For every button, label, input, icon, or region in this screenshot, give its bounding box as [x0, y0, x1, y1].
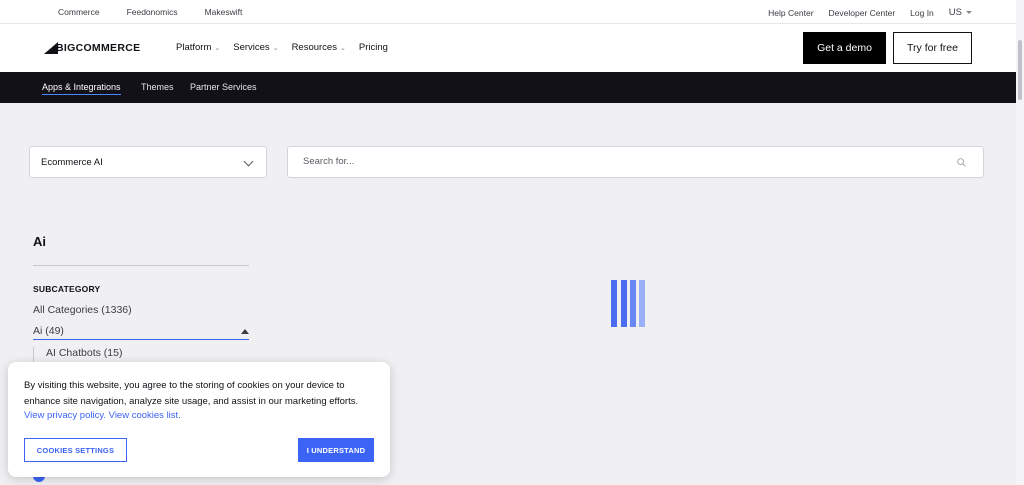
menu-label: Pricing	[358, 42, 388, 53]
loader-bar	[611, 280, 617, 327]
dropdown-caret-icon: ⌄	[272, 44, 279, 52]
language-label: US	[948, 7, 962, 18]
utility-bar: Commerce Feedonomics Makeswift Help Cent…	[0, 0, 1016, 24]
search-input[interactable]	[303, 156, 903, 167]
scrollbar-thumb[interactable]	[1018, 40, 1022, 100]
menu-label: Platform	[176, 42, 212, 53]
menu-item-platform[interactable]: Platform ⌄	[176, 42, 220, 53]
tab-partner-services[interactable]: Partner Services	[190, 82, 257, 92]
page-scrollbar[interactable]	[1016, 0, 1024, 485]
help-center-link[interactable]: Help Center	[768, 8, 813, 18]
subcategory-label: SUBCATEGORY	[33, 284, 101, 294]
category-select-value: Ecommerce AI	[41, 157, 103, 168]
utility-link-makeswift[interactable]: Makeswift	[205, 7, 243, 17]
logo-text: BIGCOMMERCE	[56, 42, 141, 54]
selected-category-ai[interactable]: Ai (49)	[33, 325, 249, 340]
dropdown-caret-icon: ⌄	[214, 44, 221, 52]
main-menu: Platform ⌄ Services ⌄ Resources ⌄ Pricing	[176, 42, 401, 53]
bigcommerce-logo[interactable]: BIGCOMMERCE	[44, 40, 140, 56]
loading-spinner-icon	[611, 280, 647, 328]
menu-item-pricing[interactable]: Pricing	[359, 42, 388, 53]
menu-item-services[interactable]: Services ⌄	[233, 42, 278, 53]
search-icon[interactable]	[957, 158, 966, 167]
loader-bar	[639, 280, 645, 327]
sidebar-divider	[33, 265, 249, 266]
language-selector[interactable]: US	[949, 7, 972, 18]
cookie-banner: By visiting this website, you agree to t…	[8, 362, 390, 477]
cookie-message: By visiting this website, you agree to t…	[24, 380, 359, 407]
category-title: Ai	[33, 234, 46, 249]
sub-nav: Apps & Integrations Themes Partner Servi…	[0, 72, 1016, 103]
utility-links-left: Commerce Feedonomics Makeswift	[58, 7, 269, 17]
utility-link-commerce[interactable]: Commerce	[58, 7, 100, 17]
tab-themes[interactable]: Themes	[141, 82, 174, 92]
utility-links-right: Help Center Developer Center Log In US	[753, 7, 972, 18]
tab-apps-integrations[interactable]: Apps & Integrations	[42, 82, 121, 95]
collapse-caret-icon	[241, 329, 249, 334]
i-understand-button[interactable]: I UNDERSTAND	[298, 438, 374, 462]
subcategory-item-ai-chatbots[interactable]: AI Chatbots (15)	[33, 347, 122, 363]
language-caret-icon	[966, 11, 972, 14]
menu-label: Resources	[291, 42, 337, 53]
developer-center-link[interactable]: Developer Center	[829, 8, 896, 18]
privacy-policy-link[interactable]: View privacy policy.	[24, 410, 106, 421]
dropdown-caret-icon: ⌄	[339, 44, 346, 52]
chevron-down-icon	[243, 156, 254, 167]
category-select[interactable]: Ecommerce AI	[29, 146, 267, 178]
cookie-links: View privacy policy. View cookies list.	[24, 410, 181, 421]
search-box	[287, 146, 984, 178]
cookies-list-link[interactable]: View cookies list.	[109, 410, 181, 421]
menu-item-resources[interactable]: Resources ⌄	[292, 42, 346, 53]
loader-bar	[630, 280, 636, 327]
selected-category-label: Ai (49)	[33, 325, 64, 337]
get-a-demo-button[interactable]: Get a demo	[803, 32, 886, 64]
menu-label: Services	[233, 42, 270, 53]
all-categories-link[interactable]: All Categories (1336)	[33, 304, 132, 316]
utility-link-feedonomics[interactable]: Feedonomics	[127, 7, 178, 17]
log-in-link[interactable]: Log In	[910, 8, 934, 18]
main-nav: BIGCOMMERCE Platform ⌄ Services ⌄ Resource…	[0, 24, 1016, 72]
try-for-free-button[interactable]: Try for free	[893, 32, 972, 64]
loader-bar	[621, 280, 627, 327]
cookies-settings-button[interactable]: COOKIES SETTINGS	[24, 438, 127, 462]
